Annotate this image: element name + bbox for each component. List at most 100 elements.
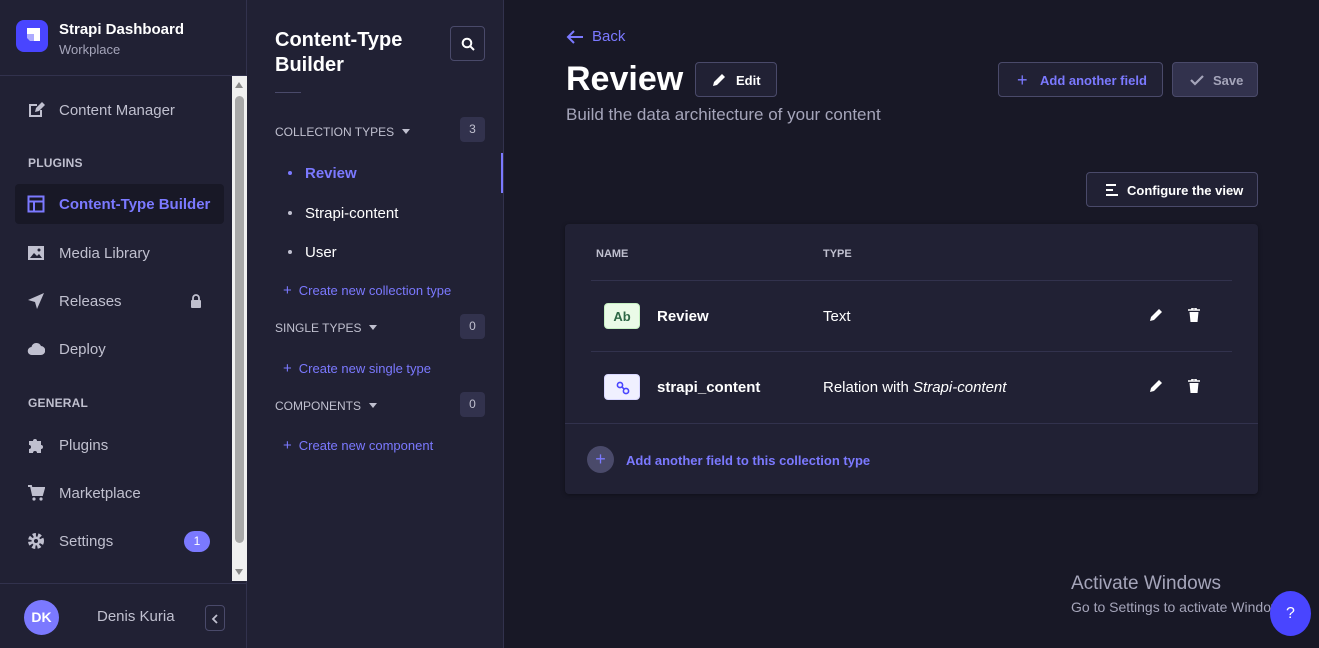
page-title: Review [566, 60, 684, 98]
field-type: Relation with Strapi-content [823, 379, 1006, 396]
chevron-down-icon [369, 403, 378, 408]
create-single-type-link[interactable]: + Create new single type [283, 360, 431, 377]
shopping-cart-icon [28, 485, 45, 501]
group-label: COMPONENTS [275, 399, 362, 413]
collapse-nav-button[interactable] [205, 605, 225, 631]
add-field-footer[interactable]: + Add another field to this collection t… [565, 423, 1258, 494]
list-settings-icon [1106, 184, 1118, 196]
bullet-icon [288, 171, 292, 175]
user-bar: DK Denis Kuria [0, 583, 247, 648]
chevron-left-icon [211, 614, 218, 624]
plus-circle-icon: + [587, 446, 614, 473]
nav-label: Marketplace [59, 485, 141, 502]
scroll-down-icon[interactable] [235, 569, 243, 575]
subnav-divider [275, 92, 301, 93]
cloud-icon [27, 342, 45, 356]
nav-label: Media Library [59, 245, 150, 262]
subnav-title: Content-Type Builder [275, 29, 403, 76]
nav-item-content-manager[interactable]: Content Manager [15, 90, 224, 130]
nav-item-content-type-builder[interactable]: Content-Type Builder [15, 184, 224, 224]
single-types-count: 0 [460, 314, 485, 339]
single-types-toggle[interactable]: SINGLE TYPES [275, 321, 378, 335]
scroll-thumb[interactable] [235, 96, 244, 543]
brand-header: Strapi Dashboard Workplace [0, 0, 247, 76]
collection-types-toggle[interactable]: COLLECTION TYPES [275, 125, 411, 139]
chevron-down-icon [402, 129, 411, 134]
nav-list: Content Manager PLUGINS Content-Type Bui… [0, 76, 232, 581]
relation-target: Strapi-content [913, 379, 1007, 396]
edit-label: Edit [736, 73, 761, 88]
subnav-item-label: User [305, 244, 337, 261]
help-button[interactable]: ? [1270, 591, 1311, 636]
nav-item-releases[interactable]: Releases [15, 281, 224, 321]
settings-badge: 1 [184, 531, 210, 552]
create-component-link[interactable]: + Create new component [283, 437, 433, 454]
search-button[interactable] [450, 26, 485, 61]
relation-prefix: Relation with [823, 379, 914, 396]
nav-item-marketplace[interactable]: Marketplace [15, 473, 224, 513]
add-field-label: Add another field [1040, 73, 1147, 88]
components-toggle[interactable]: COMPONENTS [275, 399, 378, 413]
windows-activation-watermark: Activate Windows Go to Settings to activ… [1071, 573, 1292, 615]
avatar[interactable]: DK [24, 600, 59, 635]
subnav-item-label: Strapi-content [305, 205, 399, 222]
app-root: Strapi Dashboard Workplace Content Manag… [0, 0, 1319, 648]
pencil-icon [713, 74, 725, 86]
trash-icon[interactable] [1188, 379, 1200, 393]
strapi-logo-icon [16, 20, 48, 52]
puzzle-icon [29, 439, 43, 453]
bullet-icon [288, 211, 292, 215]
table-row: strapi_content Relation with Strapi-cont… [591, 351, 1232, 422]
edit-button[interactable]: Edit [695, 62, 777, 97]
scroll-up-icon[interactable] [235, 82, 243, 88]
nav-scrollbar[interactable] [232, 76, 247, 581]
create-collection-type-link[interactable]: + Create new collection type [283, 282, 451, 299]
link-label: Create new component [298, 438, 434, 453]
image-icon [28, 246, 44, 260]
trash-icon[interactable] [1188, 308, 1200, 322]
nav-label: Releases [59, 293, 122, 310]
pencil-icon[interactable] [1149, 379, 1163, 393]
subnav-item-review[interactable]: Review [275, 155, 503, 191]
main-content: Back Review Edit Build the data architec… [504, 0, 1319, 648]
nav-item-plugins[interactable]: Plugins [15, 425, 224, 465]
link-label: Create new collection type [298, 283, 452, 298]
main-nav: Strapi Dashboard Workplace Content Manag… [0, 0, 247, 648]
nav-item-settings[interactable]: Settings 1 [15, 521, 224, 561]
field-type: Text [823, 308, 851, 325]
group-label: COLLECTION TYPES [275, 125, 395, 139]
nav-item-deploy[interactable]: Deploy [15, 329, 224, 369]
paper-plane-icon [28, 293, 44, 309]
text-field-icon: Ab [604, 303, 640, 329]
user-name[interactable]: Denis Kuria [97, 608, 175, 625]
link-label: Create new single type [298, 361, 432, 376]
subnav-item-strapi-content[interactable]: Strapi-content [275, 195, 503, 231]
table-row: Ab Review Text [591, 280, 1232, 351]
column-header-name: NAME [596, 248, 629, 260]
layout-icon [27, 195, 45, 213]
brand-subtitle: Workplace [59, 42, 121, 57]
back-link[interactable]: Back [566, 28, 625, 45]
subnav-item-user[interactable]: User [275, 234, 503, 270]
pencil-icon[interactable] [1149, 308, 1163, 322]
save-button[interactable]: Save [1172, 62, 1258, 97]
plus-icon: + [283, 360, 292, 377]
configure-view-button[interactable]: Configure the view [1086, 172, 1258, 207]
check-icon [1190, 75, 1204, 86]
plus-icon: + [283, 437, 292, 454]
save-label: Save [1213, 73, 1244, 88]
nav-label: Plugins [59, 437, 109, 454]
search-icon [461, 37, 475, 51]
active-indicator [501, 153, 503, 193]
collection-types-count: 3 [460, 117, 485, 142]
content-type-subnav: Content-Type Builder COLLECTION TYPES 3 … [247, 0, 504, 648]
relation-icon [604, 374, 640, 400]
arrow-left-icon [566, 30, 583, 44]
nav-item-media-library[interactable]: Media Library [15, 233, 224, 273]
add-another-field-button[interactable]: + Add another field [998, 62, 1163, 97]
plus-icon: + [1017, 70, 1028, 90]
section-label-plugins: PLUGINS [28, 156, 83, 170]
column-header-type: TYPE [823, 248, 852, 260]
watermark-line2: Go to Settings to activate Windows. [1071, 599, 1292, 615]
bullet-icon [288, 250, 292, 254]
